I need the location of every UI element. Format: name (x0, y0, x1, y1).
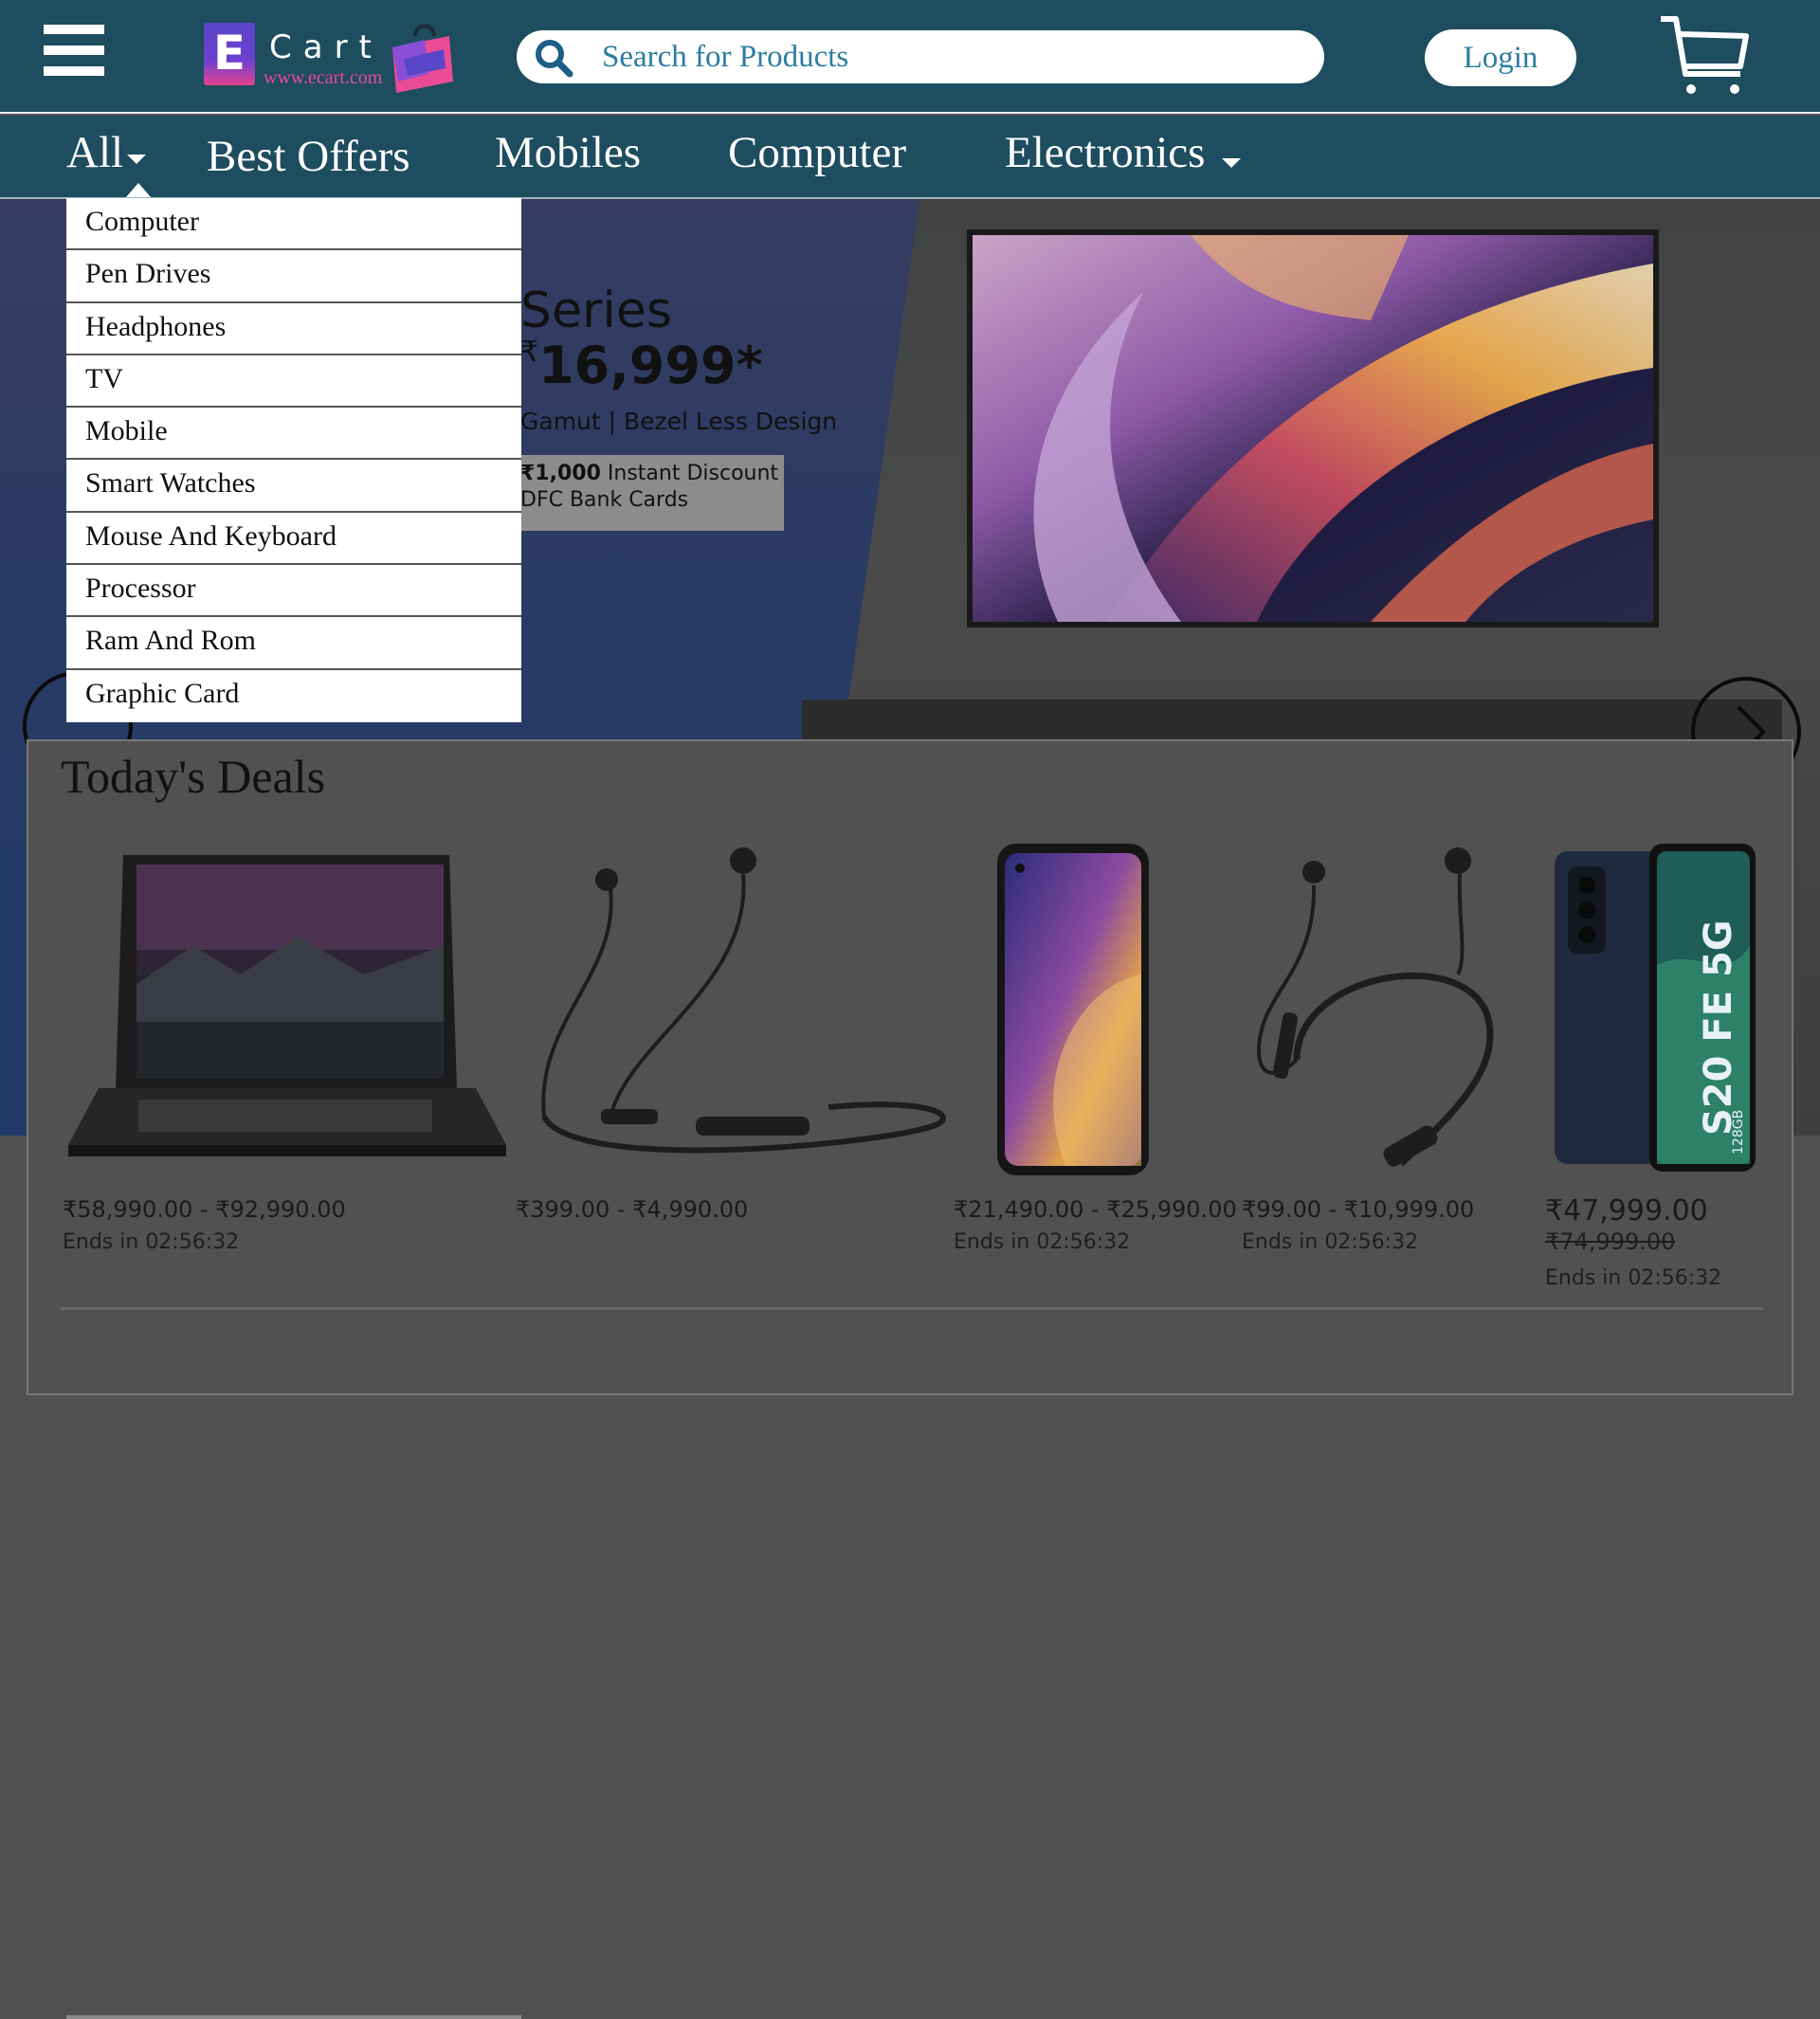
menu-icon[interactable] (44, 25, 106, 87)
neckband-earphones-image (541, 847, 946, 1154)
neckband-earphones-image (1256, 847, 1494, 1167)
dropdown-item-ram-and-rom[interactable]: Ram And Rom (66, 617, 521, 670)
all-categories-dropdown: Computer Pen Drives Headphones TV Mobile… (66, 198, 521, 722)
deal-card[interactable]: S20 FE 5G 128GB ₹47,999.00 ₹74,999.00 En… (1545, 832, 1763, 1310)
banner-features: Gamut | Bezel Less Design (520, 408, 838, 435)
nav-item-label: Electronics (1005, 128, 1206, 177)
chevron-down-icon (127, 155, 147, 165)
dropdown-item-smart-watches[interactable]: Smart Watches (66, 460, 521, 513)
category-navbar: All Best Offers Mobiles Computer Electro… (0, 116, 1820, 199)
nav-item-computer[interactable]: Computer (728, 127, 906, 178)
login-button[interactable]: Login (1425, 29, 1576, 86)
deal-price: ₹399.00 - ₹4,990.00 (516, 1196, 749, 1223)
cart-icon[interactable] (1657, 13, 1752, 99)
smartphone-image (997, 844, 1149, 1175)
nav-item-all[interactable]: All (66, 127, 147, 178)
deals-carousel: ₹58,990.00 - ₹92,990.00 Ends in 02:56:32… (61, 832, 1763, 1310)
deal-old-price: ₹74,999.00 (1545, 1228, 1676, 1255)
laptop-image (68, 855, 506, 1156)
deal-timer: Ends in 02:56:32 (1242, 1230, 1419, 1254)
dropdown-item-tv[interactable]: TV (66, 355, 521, 409)
dropdown-pointer (126, 183, 151, 197)
dropdown-item-pen-drives[interactable]: Pen Drives (66, 250, 521, 303)
logo-word: Cart (269, 28, 383, 66)
dropdown-item-computer[interactable]: Computer (66, 198, 521, 251)
shopping-bag-icon (392, 24, 453, 93)
banner-series: Series (520, 282, 672, 339)
logo-url: www.ecart.com (264, 67, 383, 88)
deal-card[interactable]: ₹21,490.00 - ₹25,990.00 Ends in 02:56:32 (952, 832, 1237, 1310)
deal-price: ₹58,990.00 - ₹92,990.00 (63, 1196, 346, 1223)
banner-price: ₹16,999* (520, 336, 763, 395)
dropdown-item-mobile[interactable]: Mobile (66, 408, 521, 461)
smartphone-s20-image: S20 FE 5G 128GB (1555, 844, 1756, 1172)
search-icon[interactable] (534, 38, 573, 78)
deal-price: ₹21,490.00 - ₹25,990.00 (954, 1196, 1237, 1223)
dropdown-item-graphic-card[interactable]: Graphic Card (66, 670, 521, 722)
chevron-down-icon (1222, 158, 1242, 169)
top-header: E Cart www.ecart.com Login (0, 0, 1820, 114)
dropdown-item-headphones[interactable]: Headphones (66, 303, 521, 355)
tv-image (967, 229, 1659, 628)
dropdown-item-mouse-and-keyboard[interactable]: Mouse And Keyboard (66, 513, 521, 566)
deal-price: ₹47,999.00 (1545, 1194, 1708, 1228)
deal-timer: Ends in 02:56:32 (954, 1230, 1131, 1254)
nav-item-mobiles[interactable]: Mobiles (495, 127, 641, 178)
deal-price: ₹99.00 - ₹10,999.00 (1242, 1196, 1475, 1223)
nav-item-electronics[interactable]: Electronics (1005, 127, 1242, 178)
phone-model-text: S20 FE 5G (1697, 919, 1740, 1136)
nav-item-best-offers[interactable]: Best Offers (207, 131, 410, 182)
deal-timer: Ends in 02:56:32 (63, 1230, 240, 1254)
logo-letter: E (204, 23, 255, 85)
phone-storage-text: 128GB (1731, 1110, 1746, 1155)
ecart-logo[interactable]: E Cart www.ecart.com (201, 15, 455, 100)
search-input[interactable] (602, 36, 1294, 78)
deal-timer: Ends in 02:56:32 (1545, 1266, 1722, 1290)
dropdown-item-processor[interactable]: Processor (66, 565, 521, 618)
section-title: Today's Deals (61, 750, 326, 803)
search-bar[interactable] (517, 30, 1324, 83)
banner-offer-box: ₹1,000 Instant Discount DFC Bank Cards (517, 455, 784, 531)
deal-card[interactable]: ₹99.00 - ₹10,999.00 Ends in 02:56:32 (1240, 832, 1524, 1310)
todays-deals-section: Today's Deals ₹58,990.00 - ₹92,990.00 En… (27, 739, 1793, 1395)
deal-card[interactable]: ₹399.00 - ₹4,990.00 (516, 832, 961, 1310)
divider (66, 2015, 521, 2019)
nav-item-label: All (66, 128, 124, 177)
deal-card[interactable]: ₹58,990.00 - ₹92,990.00 Ends in 02:56:32 (61, 832, 506, 1310)
